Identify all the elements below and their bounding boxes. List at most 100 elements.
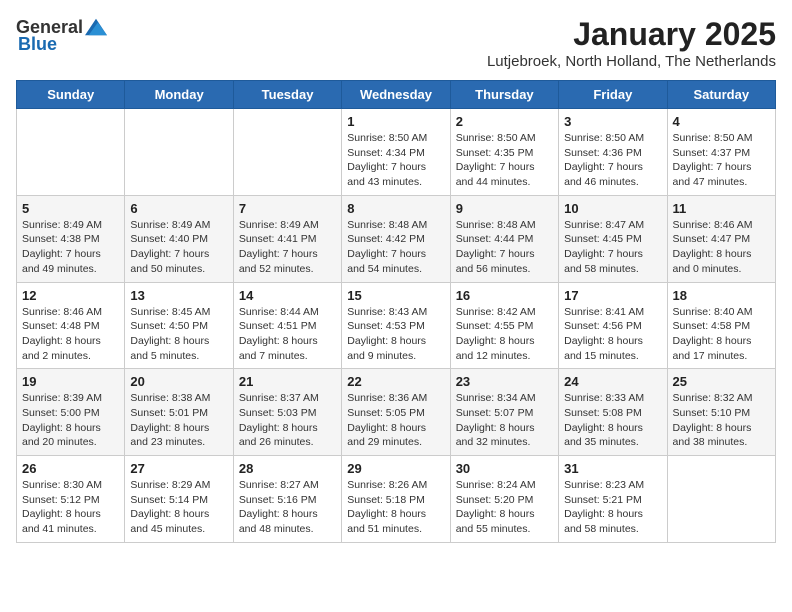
day-info: Sunrise: 8:32 AM Sunset: 5:10 PM Dayligh… <box>673 391 770 450</box>
calendar-cell: 2Sunrise: 8:50 AM Sunset: 4:35 PM Daylig… <box>450 109 558 196</box>
calendar-cell: 18Sunrise: 8:40 AM Sunset: 4:58 PM Dayli… <box>667 282 775 369</box>
day-info: Sunrise: 8:50 AM Sunset: 4:34 PM Dayligh… <box>347 131 444 190</box>
day-number: 29 <box>347 461 444 476</box>
day-info: Sunrise: 8:23 AM Sunset: 5:21 PM Dayligh… <box>564 478 661 537</box>
day-number: 13 <box>130 288 227 303</box>
weekday-header-tuesday: Tuesday <box>233 81 341 109</box>
day-info: Sunrise: 8:47 AM Sunset: 4:45 PM Dayligh… <box>564 218 661 277</box>
day-info: Sunrise: 8:26 AM Sunset: 5:18 PM Dayligh… <box>347 478 444 537</box>
day-info: Sunrise: 8:43 AM Sunset: 4:53 PM Dayligh… <box>347 305 444 364</box>
calendar-week-row: 1Sunrise: 8:50 AM Sunset: 4:34 PM Daylig… <box>17 109 776 196</box>
weekday-header-row: SundayMondayTuesdayWednesdayThursdayFrid… <box>17 81 776 109</box>
calendar-cell <box>233 109 341 196</box>
day-info: Sunrise: 8:33 AM Sunset: 5:08 PM Dayligh… <box>564 391 661 450</box>
day-number: 5 <box>22 201 119 216</box>
day-info: Sunrise: 8:49 AM Sunset: 4:40 PM Dayligh… <box>130 218 227 277</box>
day-number: 10 <box>564 201 661 216</box>
day-info: Sunrise: 8:50 AM Sunset: 4:35 PM Dayligh… <box>456 131 553 190</box>
calendar-cell: 21 Sunrise: 8:37 AM Sunset: 5:03 PM Dayli… <box>233 369 341 456</box>
calendar-cell: 19 Sunrise: 8:39 AM Sunset: 5:00 PM Dayli… <box>17 369 125 456</box>
day-info: Sunrise: 8:27 AM Sunset: 5:16 PM Dayligh… <box>239 478 336 537</box>
day-number: 6 <box>130 201 227 216</box>
day-info: Sunrise: 8:30 AM Sunset: 5:12 PM Dayligh… <box>22 478 119 537</box>
day-info: Sunrise: 8:44 AM Sunset: 4:51 PM Dayligh… <box>239 305 336 364</box>
calendar-cell: 20 Sunrise: 8:38 AM Sunset: 5:01 PM Dayli… <box>125 369 233 456</box>
day-number: 12 <box>22 288 119 303</box>
page-header: General Blue January 2025 Lutjebroek, No… <box>16 16 776 70</box>
calendar-cell: 16 Sunrise: 8:42 AM Sunset: 4:55 PM Dayli… <box>450 282 558 369</box>
calendar-cell: 12 Sunrise: 8:46 AM Sunset: 4:48 PM Dayli… <box>17 282 125 369</box>
calendar-cell: 24 Sunrise: 8:33 AM Sunset: 5:08 PM Dayli… <box>559 369 667 456</box>
day-number: 16 <box>456 288 553 303</box>
day-info: Sunrise: 8:37 AM Sunset: 5:03 PM Dayligh… <box>239 391 336 450</box>
calendar-cell: 5 Sunrise: 8:49 AM Sunset: 4:38 PM Daylig… <box>17 195 125 282</box>
day-info: Sunrise: 8:49 AM Sunset: 4:41 PM Dayligh… <box>239 218 336 277</box>
calendar-cell: 25 Sunrise: 8:32 AM Sunset: 5:10 PM Dayli… <box>667 369 775 456</box>
day-info: Sunrise: 8:46 AM Sunset: 4:47 PM Dayligh… <box>673 218 770 277</box>
calendar-cell: 1Sunrise: 8:50 AM Sunset: 4:34 PM Daylig… <box>342 109 450 196</box>
day-number: 3 <box>564 114 661 129</box>
calendar-cell: 22 Sunrise: 8:36 AM Sunset: 5:05 PM Dayli… <box>342 369 450 456</box>
location-title: Lutjebroek, North Holland, The Netherlan… <box>487 53 776 70</box>
day-number: 24 <box>564 374 661 389</box>
calendar-cell: 8 Sunrise: 8:48 AM Sunset: 4:42 PM Daylig… <box>342 195 450 282</box>
weekday-header-sunday: Sunday <box>17 81 125 109</box>
day-number: 19 <box>22 374 119 389</box>
day-info: Sunrise: 8:39 AM Sunset: 5:00 PM Dayligh… <box>22 391 119 450</box>
day-info: Sunrise: 8:50 AM Sunset: 4:37 PM Dayligh… <box>673 131 770 190</box>
day-number: 25 <box>673 374 770 389</box>
day-info: Sunrise: 8:24 AM Sunset: 5:20 PM Dayligh… <box>456 478 553 537</box>
day-number: 14 <box>239 288 336 303</box>
calendar-cell: 27Sunrise: 8:29 AM Sunset: 5:14 PM Dayli… <box>125 456 233 543</box>
day-number: 11 <box>673 201 770 216</box>
logo-icon <box>85 16 107 38</box>
calendar-cell: 14 Sunrise: 8:44 AM Sunset: 4:51 PM Dayli… <box>233 282 341 369</box>
calendar-week-row: 19 Sunrise: 8:39 AM Sunset: 5:00 PM Dayli… <box>17 369 776 456</box>
day-number: 28 <box>239 461 336 476</box>
calendar-cell: 26 Sunrise: 8:30 AM Sunset: 5:12 PM Dayli… <box>17 456 125 543</box>
calendar-week-row: 12 Sunrise: 8:46 AM Sunset: 4:48 PM Dayli… <box>17 282 776 369</box>
calendar-cell: 11 Sunrise: 8:46 AM Sunset: 4:47 PM Dayli… <box>667 195 775 282</box>
day-info: Sunrise: 8:34 AM Sunset: 5:07 PM Dayligh… <box>456 391 553 450</box>
calendar-cell: 17 Sunrise: 8:41 AM Sunset: 4:56 PM Dayli… <box>559 282 667 369</box>
day-info: Sunrise: 8:45 AM Sunset: 4:50 PM Dayligh… <box>130 305 227 364</box>
calendar-cell: 15 Sunrise: 8:43 AM Sunset: 4:53 PM Dayli… <box>342 282 450 369</box>
calendar-cell: 9Sunrise: 8:48 AM Sunset: 4:44 PM Daylig… <box>450 195 558 282</box>
day-info: Sunrise: 8:36 AM Sunset: 5:05 PM Dayligh… <box>347 391 444 450</box>
calendar-cell: 23 Sunrise: 8:34 AM Sunset: 5:07 PM Dayli… <box>450 369 558 456</box>
weekday-header-thursday: Thursday <box>450 81 558 109</box>
day-number: 17 <box>564 288 661 303</box>
calendar-cell: 13 Sunrise: 8:45 AM Sunset: 4:50 PM Dayli… <box>125 282 233 369</box>
day-info: Sunrise: 8:46 AM Sunset: 4:48 PM Dayligh… <box>22 305 119 364</box>
day-number: 20 <box>130 374 227 389</box>
day-info: Sunrise: 8:50 AM Sunset: 4:36 PM Dayligh… <box>564 131 661 190</box>
day-info: Sunrise: 8:49 AM Sunset: 4:38 PM Dayligh… <box>22 218 119 277</box>
weekday-header-friday: Friday <box>559 81 667 109</box>
day-number: 21 <box>239 374 336 389</box>
day-info: Sunrise: 8:38 AM Sunset: 5:01 PM Dayligh… <box>130 391 227 450</box>
calendar-cell: 31Sunrise: 8:23 AM Sunset: 5:21 PM Dayli… <box>559 456 667 543</box>
title-area: January 2025 Lutjebroek, North Holland, … <box>487 16 776 70</box>
calendar-cell: 7 Sunrise: 8:49 AM Sunset: 4:41 PM Daylig… <box>233 195 341 282</box>
day-info: Sunrise: 8:42 AM Sunset: 4:55 PM Dayligh… <box>456 305 553 364</box>
day-number: 8 <box>347 201 444 216</box>
day-number: 26 <box>22 461 119 476</box>
weekday-header-monday: Monday <box>125 81 233 109</box>
day-number: 27 <box>130 461 227 476</box>
month-title: January 2025 <box>487 16 776 53</box>
logo: General Blue <box>16 16 107 55</box>
calendar-cell: 4Sunrise: 8:50 AM Sunset: 4:37 PM Daylig… <box>667 109 775 196</box>
day-info: Sunrise: 8:40 AM Sunset: 4:58 PM Dayligh… <box>673 305 770 364</box>
calendar-week-row: 26 Sunrise: 8:30 AM Sunset: 5:12 PM Dayli… <box>17 456 776 543</box>
day-number: 7 <box>239 201 336 216</box>
day-number: 22 <box>347 374 444 389</box>
calendar-cell <box>17 109 125 196</box>
day-number: 23 <box>456 374 553 389</box>
day-number: 15 <box>347 288 444 303</box>
day-info: Sunrise: 8:41 AM Sunset: 4:56 PM Dayligh… <box>564 305 661 364</box>
logo-blue-text: Blue <box>18 34 57 55</box>
day-number: 9 <box>456 201 553 216</box>
calendar-cell: 10 Sunrise: 8:47 AM Sunset: 4:45 PM Dayli… <box>559 195 667 282</box>
calendar-cell <box>667 456 775 543</box>
day-info: Sunrise: 8:48 AM Sunset: 4:42 PM Dayligh… <box>347 218 444 277</box>
